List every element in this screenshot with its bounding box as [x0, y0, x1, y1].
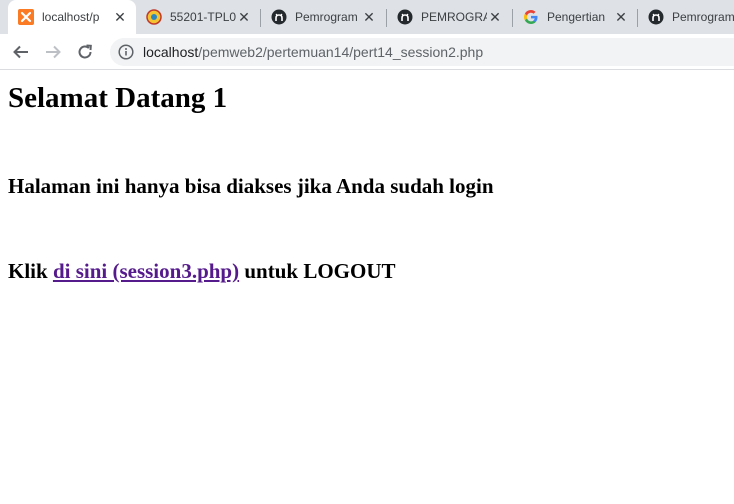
tab-label: 55201-TPL0 [170, 10, 236, 24]
logout-line: Klik di sini (session3.php) untuk LOGOUT [8, 259, 728, 283]
tab-github-1[interactable]: Pemrogram ✕ [261, 0, 385, 34]
url-path: /pemweb2/pertemuan14/pert14_session2.php [198, 44, 484, 60]
github-icon [648, 9, 664, 25]
tab-strip: localhost/p ✕ 55201-TPL0 ✕ Pemrogram ✕ P… [0, 0, 734, 34]
tab-label: PEMROGRA [421, 10, 487, 24]
reload-icon [78, 44, 92, 59]
tab-github-3[interactable]: Pemrogram [638, 0, 734, 34]
github-icon [397, 9, 413, 25]
logout-suffix: untuk LOGOUT [239, 259, 396, 283]
tab-label: localhost/p [42, 10, 100, 24]
tab-label: Pemrogram [672, 10, 734, 24]
address-bar[interactable]: localhost/pemweb2/pertemuan14/pert14_ses… [110, 38, 734, 66]
url-text: localhost/pemweb2/pertemuan14/pert14_ses… [143, 44, 483, 60]
close-icon[interactable]: ✕ [487, 9, 503, 26]
page-content: Selamat Datang 1 Halaman ini hanya bisa … [8, 70, 728, 283]
url-host: localhost [143, 44, 199, 60]
close-icon[interactable]: ✕ [236, 9, 252, 26]
google-icon [523, 9, 539, 25]
login-message: Halaman ini hanya bisa diakses jika Anda… [8, 174, 494, 198]
xampp-icon [18, 9, 34, 25]
tab-label: Pemrogram [295, 10, 358, 24]
close-icon[interactable]: ✕ [112, 9, 128, 26]
forward-button[interactable] [41, 40, 65, 64]
reload-button[interactable] [73, 40, 97, 64]
close-icon[interactable]: ✕ [613, 9, 629, 26]
tab-label: Pengertian [547, 10, 606, 24]
logout-prefix: Klik [8, 259, 53, 283]
page-title: Selamat Datang 1 [8, 82, 228, 114]
github-icon [271, 9, 287, 25]
tab-github-2[interactable]: PEMROGRA ✕ [387, 0, 511, 34]
tab-google[interactable]: Pengertian ✕ [513, 0, 637, 34]
close-icon[interactable]: ✕ [361, 9, 377, 26]
logout-link[interactable]: di sini (session3.php) [53, 259, 239, 283]
info-icon[interactable] [118, 44, 134, 60]
arrow-right-icon [46, 45, 61, 59]
tab-55201[interactable]: 55201-TPL0 ✕ [136, 0, 260, 34]
arrow-left-icon [13, 45, 28, 59]
tab-localhost[interactable]: localhost/p ✕ [8, 0, 136, 34]
back-button[interactable] [9, 40, 33, 64]
university-logo-icon [146, 9, 162, 25]
